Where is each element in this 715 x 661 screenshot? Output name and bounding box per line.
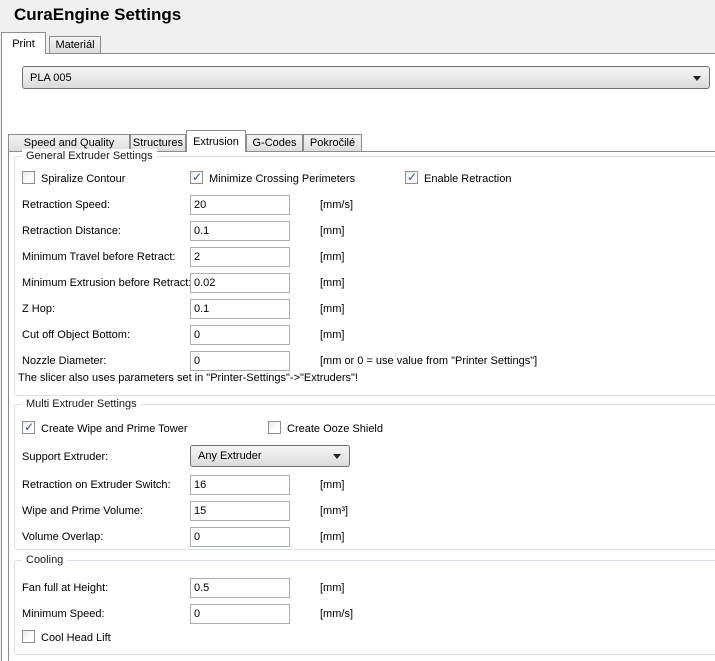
retraction-on-extruder-switch-unit: [mm] — [320, 478, 344, 492]
support-extruder-label: Support Extruder: — [22, 450, 108, 464]
nozzle-diameter-unit: [mm or 0 = use value from "Printer Setti… — [320, 354, 537, 368]
enable-retraction-label[interactable]: Enable Retraction — [424, 172, 511, 186]
dropdown-arrow-icon — [333, 454, 341, 459]
wipe-and-prime-volume-input[interactable] — [190, 501, 290, 521]
volume-overlap-input[interactable] — [190, 527, 290, 547]
create-ooze-shield-checkbox[interactable] — [268, 421, 281, 434]
dropdown-arrow-icon — [693, 76, 701, 81]
retraction-distance-input[interactable] — [190, 221, 290, 241]
cut-off-object-bottom-unit: [mm] — [320, 328, 344, 342]
minimum-speed-input[interactable] — [190, 604, 290, 624]
curaengine-settings-window: CuraEngine Settings Print Materiál PLA 0… — [0, 0, 715, 661]
printer-settings-note: The slicer also uses parameters set in "… — [18, 371, 358, 385]
cool-head-lift-label[interactable]: Cool Head Lift — [41, 631, 111, 645]
tab-material[interactable]: Materiál — [49, 36, 101, 53]
fan-full-at-height-input[interactable] — [190, 578, 290, 598]
cooling-title: Cooling — [22, 553, 67, 567]
enable-retraction-checkbox[interactable] — [405, 171, 418, 184]
profile-dropdown-value: PLA 005 — [30, 72, 72, 84]
cooling-group — [14, 560, 715, 655]
cut-off-object-bottom-input[interactable] — [190, 325, 290, 345]
minimize-crossing-perimeters-checkbox[interactable] — [190, 171, 203, 184]
subtab-pokrocile[interactable]: Pokročilé — [303, 134, 362, 151]
general-extruder-settings-title: General Extruder Settings — [22, 149, 157, 163]
retraction-speed-label: Retraction Speed: — [22, 198, 110, 212]
retraction-speed-unit: [mm/s] — [320, 198, 353, 212]
retraction-distance-label: Retraction Distance: — [22, 224, 121, 238]
multi-extruder-settings-title: Multi Extruder Settings — [22, 397, 141, 411]
z-hop-input[interactable] — [190, 299, 290, 319]
tab-print[interactable]: Print — [1, 32, 46, 54]
create-ooze-shield-label[interactable]: Create Ooze Shield — [287, 422, 383, 436]
minimum-speed-unit: [mm/s] — [320, 607, 353, 621]
retraction-speed-input[interactable] — [190, 195, 290, 215]
z-hop-label: Z Hop: — [22, 302, 55, 316]
nozzle-diameter-label: Nozzle Diameter: — [22, 354, 106, 368]
fan-full-at-height-label: Fan full at Height: — [22, 581, 108, 595]
minimum-speed-label: Minimum Speed: — [22, 607, 105, 621]
retraction-on-extruder-switch-input[interactable] — [190, 475, 290, 495]
create-wipe-prime-tower-checkbox[interactable] — [22, 421, 35, 434]
retraction-on-extruder-switch-label: Retraction on Extruder Switch: — [22, 478, 171, 492]
min-extrusion-before-retract-label: Minimum Extrusion before Retract: — [22, 276, 191, 290]
spiralize-contour-label[interactable]: Spiralize Contour — [41, 172, 125, 186]
cool-head-lift-checkbox[interactable] — [22, 630, 35, 643]
retraction-distance-unit: [mm] — [320, 224, 344, 238]
support-extruder-dropdown[interactable]: Any Extruder — [190, 445, 350, 467]
min-travel-before-retract-input[interactable] — [190, 247, 290, 267]
nozzle-diameter-input[interactable] — [190, 351, 290, 371]
spiralize-contour-checkbox[interactable] — [22, 171, 35, 184]
volume-overlap-unit: [mm] — [320, 530, 344, 544]
subtab-extrusion[interactable]: Extrusion — [186, 130, 246, 152]
window-title: CuraEngine Settings — [14, 5, 181, 25]
z-hop-unit: [mm] — [320, 302, 344, 316]
wipe-and-prime-volume-label: Wipe and Prime Volume: — [22, 504, 143, 518]
volume-overlap-label: Volume Overlap: — [22, 530, 103, 544]
minimize-crossing-perimeters-label[interactable]: Minimize Crossing Perimeters — [209, 172, 355, 186]
subtab-g-codes[interactable]: G-Codes — [246, 134, 303, 151]
min-travel-before-retract-label: Minimum Travel before Retract: — [22, 250, 175, 264]
create-wipe-prime-tower-label[interactable]: Create Wipe and Prime Tower — [41, 422, 188, 436]
fan-full-at-height-unit: [mm] — [320, 581, 344, 595]
wipe-and-prime-volume-unit: [mm³] — [320, 504, 348, 518]
cut-off-object-bottom-label: Cut off Object Bottom: — [22, 328, 130, 342]
profile-dropdown[interactable]: PLA 005 — [22, 66, 710, 89]
support-extruder-dropdown-value: Any Extruder — [198, 450, 262, 462]
min-travel-before-retract-unit: [mm] — [320, 250, 344, 264]
min-extrusion-before-retract-unit: [mm] — [320, 276, 344, 290]
min-extrusion-before-retract-input[interactable] — [190, 273, 290, 293]
